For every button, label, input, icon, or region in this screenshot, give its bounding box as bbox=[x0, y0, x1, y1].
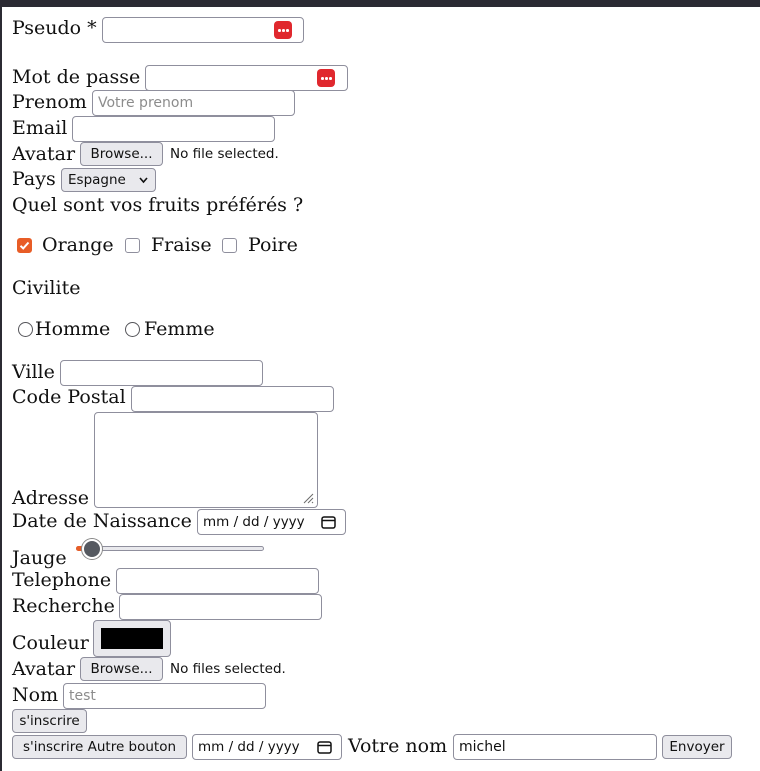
password-label: Mot de passe bbox=[12, 66, 141, 88]
prenom-input[interactable]: Votre prenom bbox=[92, 90, 295, 116]
avatar-label: Avatar bbox=[12, 143, 76, 165]
pays-selected-value: Espagne bbox=[68, 172, 126, 188]
checkbox-fraise[interactable] bbox=[125, 238, 140, 253]
checkbox-orange-label: Orange bbox=[42, 234, 114, 256]
radio-homme-label: Homme bbox=[35, 318, 111, 340]
jauge-label: Jauge bbox=[12, 547, 67, 569]
ville-input[interactable] bbox=[60, 360, 263, 386]
password-input[interactable] bbox=[145, 65, 348, 91]
date-naissance-placeholder: mm / dd / yyyy bbox=[203, 514, 305, 530]
avatar2-file-status: No files selected. bbox=[170, 661, 286, 677]
radio-femme-label: Femme bbox=[144, 318, 215, 340]
pseudo-label: Pseudo * bbox=[12, 17, 97, 39]
date2-input[interactable]: mm / dd / yyyy bbox=[192, 734, 342, 760]
email-label: Email bbox=[12, 117, 68, 139]
date2-placeholder: mm / dd / yyyy bbox=[198, 739, 300, 755]
telephone-input[interactable] bbox=[116, 568, 319, 594]
couleur-picker[interactable] bbox=[93, 620, 171, 657]
avatar2-label: Avatar bbox=[12, 658, 76, 680]
calendar-icon[interactable] bbox=[317, 740, 332, 754]
jauge-track bbox=[76, 546, 264, 551]
inscrire-autre-button[interactable]: s'inscrire Autre bouton bbox=[12, 735, 187, 759]
window-top-bar bbox=[0, 0, 760, 7]
radio-homme[interactable] bbox=[18, 322, 33, 337]
nom-placeholder: test bbox=[69, 688, 96, 704]
avatar-browse-button[interactable]: Browse... bbox=[80, 142, 163, 166]
jauge-thumb[interactable] bbox=[82, 539, 102, 559]
checkbox-fraise-label: Fraise bbox=[151, 234, 212, 256]
code-postal-input[interactable] bbox=[131, 386, 334, 412]
votre-nom-label: Votre nom bbox=[348, 735, 448, 757]
telephone-label: Telephone bbox=[12, 569, 112, 591]
password-manager-icon[interactable] bbox=[274, 21, 292, 39]
envoyer-button[interactable]: Envoyer bbox=[662, 735, 732, 759]
votre-nom-input[interactable]: michel bbox=[453, 734, 657, 760]
avatar2-browse-button[interactable]: Browse... bbox=[80, 657, 163, 681]
calendar-icon[interactable] bbox=[321, 515, 336, 529]
checkbox-poire[interactable] bbox=[222, 238, 237, 253]
recherche-label: Recherche bbox=[12, 595, 115, 617]
prenom-placeholder: Votre prenom bbox=[98, 95, 194, 111]
resize-handle-icon[interactable] bbox=[302, 492, 314, 504]
date-naissance-label: Date de Naissance bbox=[12, 510, 192, 532]
password-manager-icon[interactable] bbox=[317, 69, 335, 87]
pays-select[interactable]: Espagne bbox=[61, 168, 156, 192]
votre-nom-value: michel bbox=[459, 739, 506, 755]
ville-label: Ville bbox=[12, 361, 55, 383]
avatar-file-status: No file selected. bbox=[170, 146, 279, 162]
inscrire-button[interactable]: s'inscrire bbox=[12, 709, 87, 733]
civilite-label: Civilite bbox=[12, 277, 81, 299]
chevron-down-icon bbox=[139, 177, 148, 184]
couleur-label: Couleur bbox=[12, 632, 89, 654]
checkbox-orange[interactable] bbox=[17, 238, 32, 253]
checkbox-poire-label: Poire bbox=[248, 234, 298, 256]
prenom-label: Prenom bbox=[12, 91, 87, 113]
nom-label: Nom bbox=[12, 684, 59, 706]
date-naissance-input[interactable]: mm / dd / yyyy bbox=[197, 509, 346, 535]
pays-label: Pays bbox=[12, 168, 56, 190]
nom-input[interactable]: test bbox=[63, 683, 266, 709]
recherche-input[interactable] bbox=[119, 594, 322, 620]
email-input[interactable] bbox=[72, 116, 275, 142]
code-postal-label: Code Postal bbox=[12, 386, 126, 408]
check-icon bbox=[19, 241, 30, 250]
adresse-label: Adresse bbox=[12, 487, 89, 509]
fruits-question: Quel sont vos fruits préférés ? bbox=[12, 194, 304, 216]
radio-femme[interactable] bbox=[125, 322, 140, 337]
window-left-border bbox=[0, 0, 2, 771]
couleur-swatch bbox=[101, 628, 163, 649]
adresse-textarea[interactable] bbox=[94, 412, 318, 508]
jauge-slider[interactable] bbox=[76, 539, 264, 559]
pseudo-input[interactable] bbox=[102, 17, 304, 43]
